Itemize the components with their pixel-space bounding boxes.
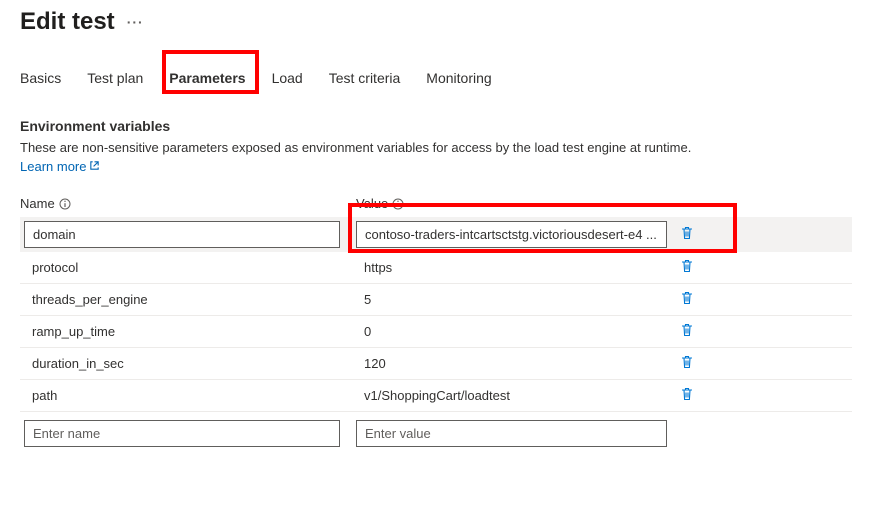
trash-icon [679, 258, 695, 277]
info-icon[interactable] [392, 198, 404, 210]
section-title: Environment variables [20, 118, 852, 134]
env-name: path [24, 384, 340, 407]
external-link-icon [89, 159, 100, 174]
env-name: duration_in_sec [24, 352, 340, 375]
trash-icon [679, 386, 695, 405]
tab-basics[interactable]: Basics [20, 70, 61, 92]
page-title: Edit test [20, 8, 115, 36]
tab-monitoring[interactable]: Monitoring [426, 70, 491, 92]
info-icon[interactable] [59, 198, 71, 210]
tab-bar: Basics Test plan Parameters Load Test cr… [20, 70, 852, 92]
tab-load[interactable]: Load [272, 70, 303, 92]
col-name-label: Name [20, 196, 55, 211]
learn-more-link[interactable]: Learn more [20, 159, 100, 174]
tab-test-criteria[interactable]: Test criteria [329, 70, 401, 92]
env-name: protocol [24, 256, 340, 279]
trash-icon [679, 225, 695, 244]
delete-button[interactable] [675, 286, 699, 313]
env-value: 5 [356, 288, 667, 311]
table-row [20, 217, 852, 252]
new-value-input[interactable] [356, 420, 667, 447]
delete-button[interactable] [675, 221, 699, 248]
table-row: protocol https [20, 252, 852, 284]
tab-test-plan[interactable]: Test plan [87, 70, 143, 92]
trash-icon [679, 322, 695, 341]
learn-more-label: Learn more [20, 159, 86, 174]
env-value-input[interactable] [356, 221, 667, 248]
trash-icon [679, 290, 695, 309]
delete-button[interactable] [675, 318, 699, 345]
section-description: These are non-sensitive parameters expos… [20, 140, 852, 155]
trash-icon [679, 354, 695, 373]
table-row: threads_per_engine 5 [20, 284, 852, 316]
env-name-input[interactable] [24, 221, 340, 248]
table-row: duration_in_sec 120 [20, 348, 852, 380]
table-row: path v1/ShoppingCart/loadtest [20, 380, 852, 412]
env-value: 0 [356, 320, 667, 343]
tab-parameters[interactable]: Parameters [169, 70, 245, 92]
env-name: ramp_up_time [24, 320, 340, 343]
more-actions-icon[interactable]: ··· [127, 14, 144, 30]
env-name: threads_per_engine [24, 288, 340, 311]
delete-button[interactable] [675, 350, 699, 377]
env-value: 120 [356, 352, 667, 375]
table-header: Name Value [20, 196, 852, 211]
env-value: v1/ShoppingCart/loadtest [356, 384, 667, 407]
table-row: ramp_up_time 0 [20, 316, 852, 348]
env-value: https [356, 256, 667, 279]
table-row-new [20, 412, 852, 451]
col-value-label: Value [356, 196, 388, 211]
env-rows: protocol https threads_per_engine 5 ramp… [20, 217, 852, 451]
new-name-input[interactable] [24, 420, 340, 447]
delete-button[interactable] [675, 254, 699, 281]
delete-button[interactable] [675, 382, 699, 409]
